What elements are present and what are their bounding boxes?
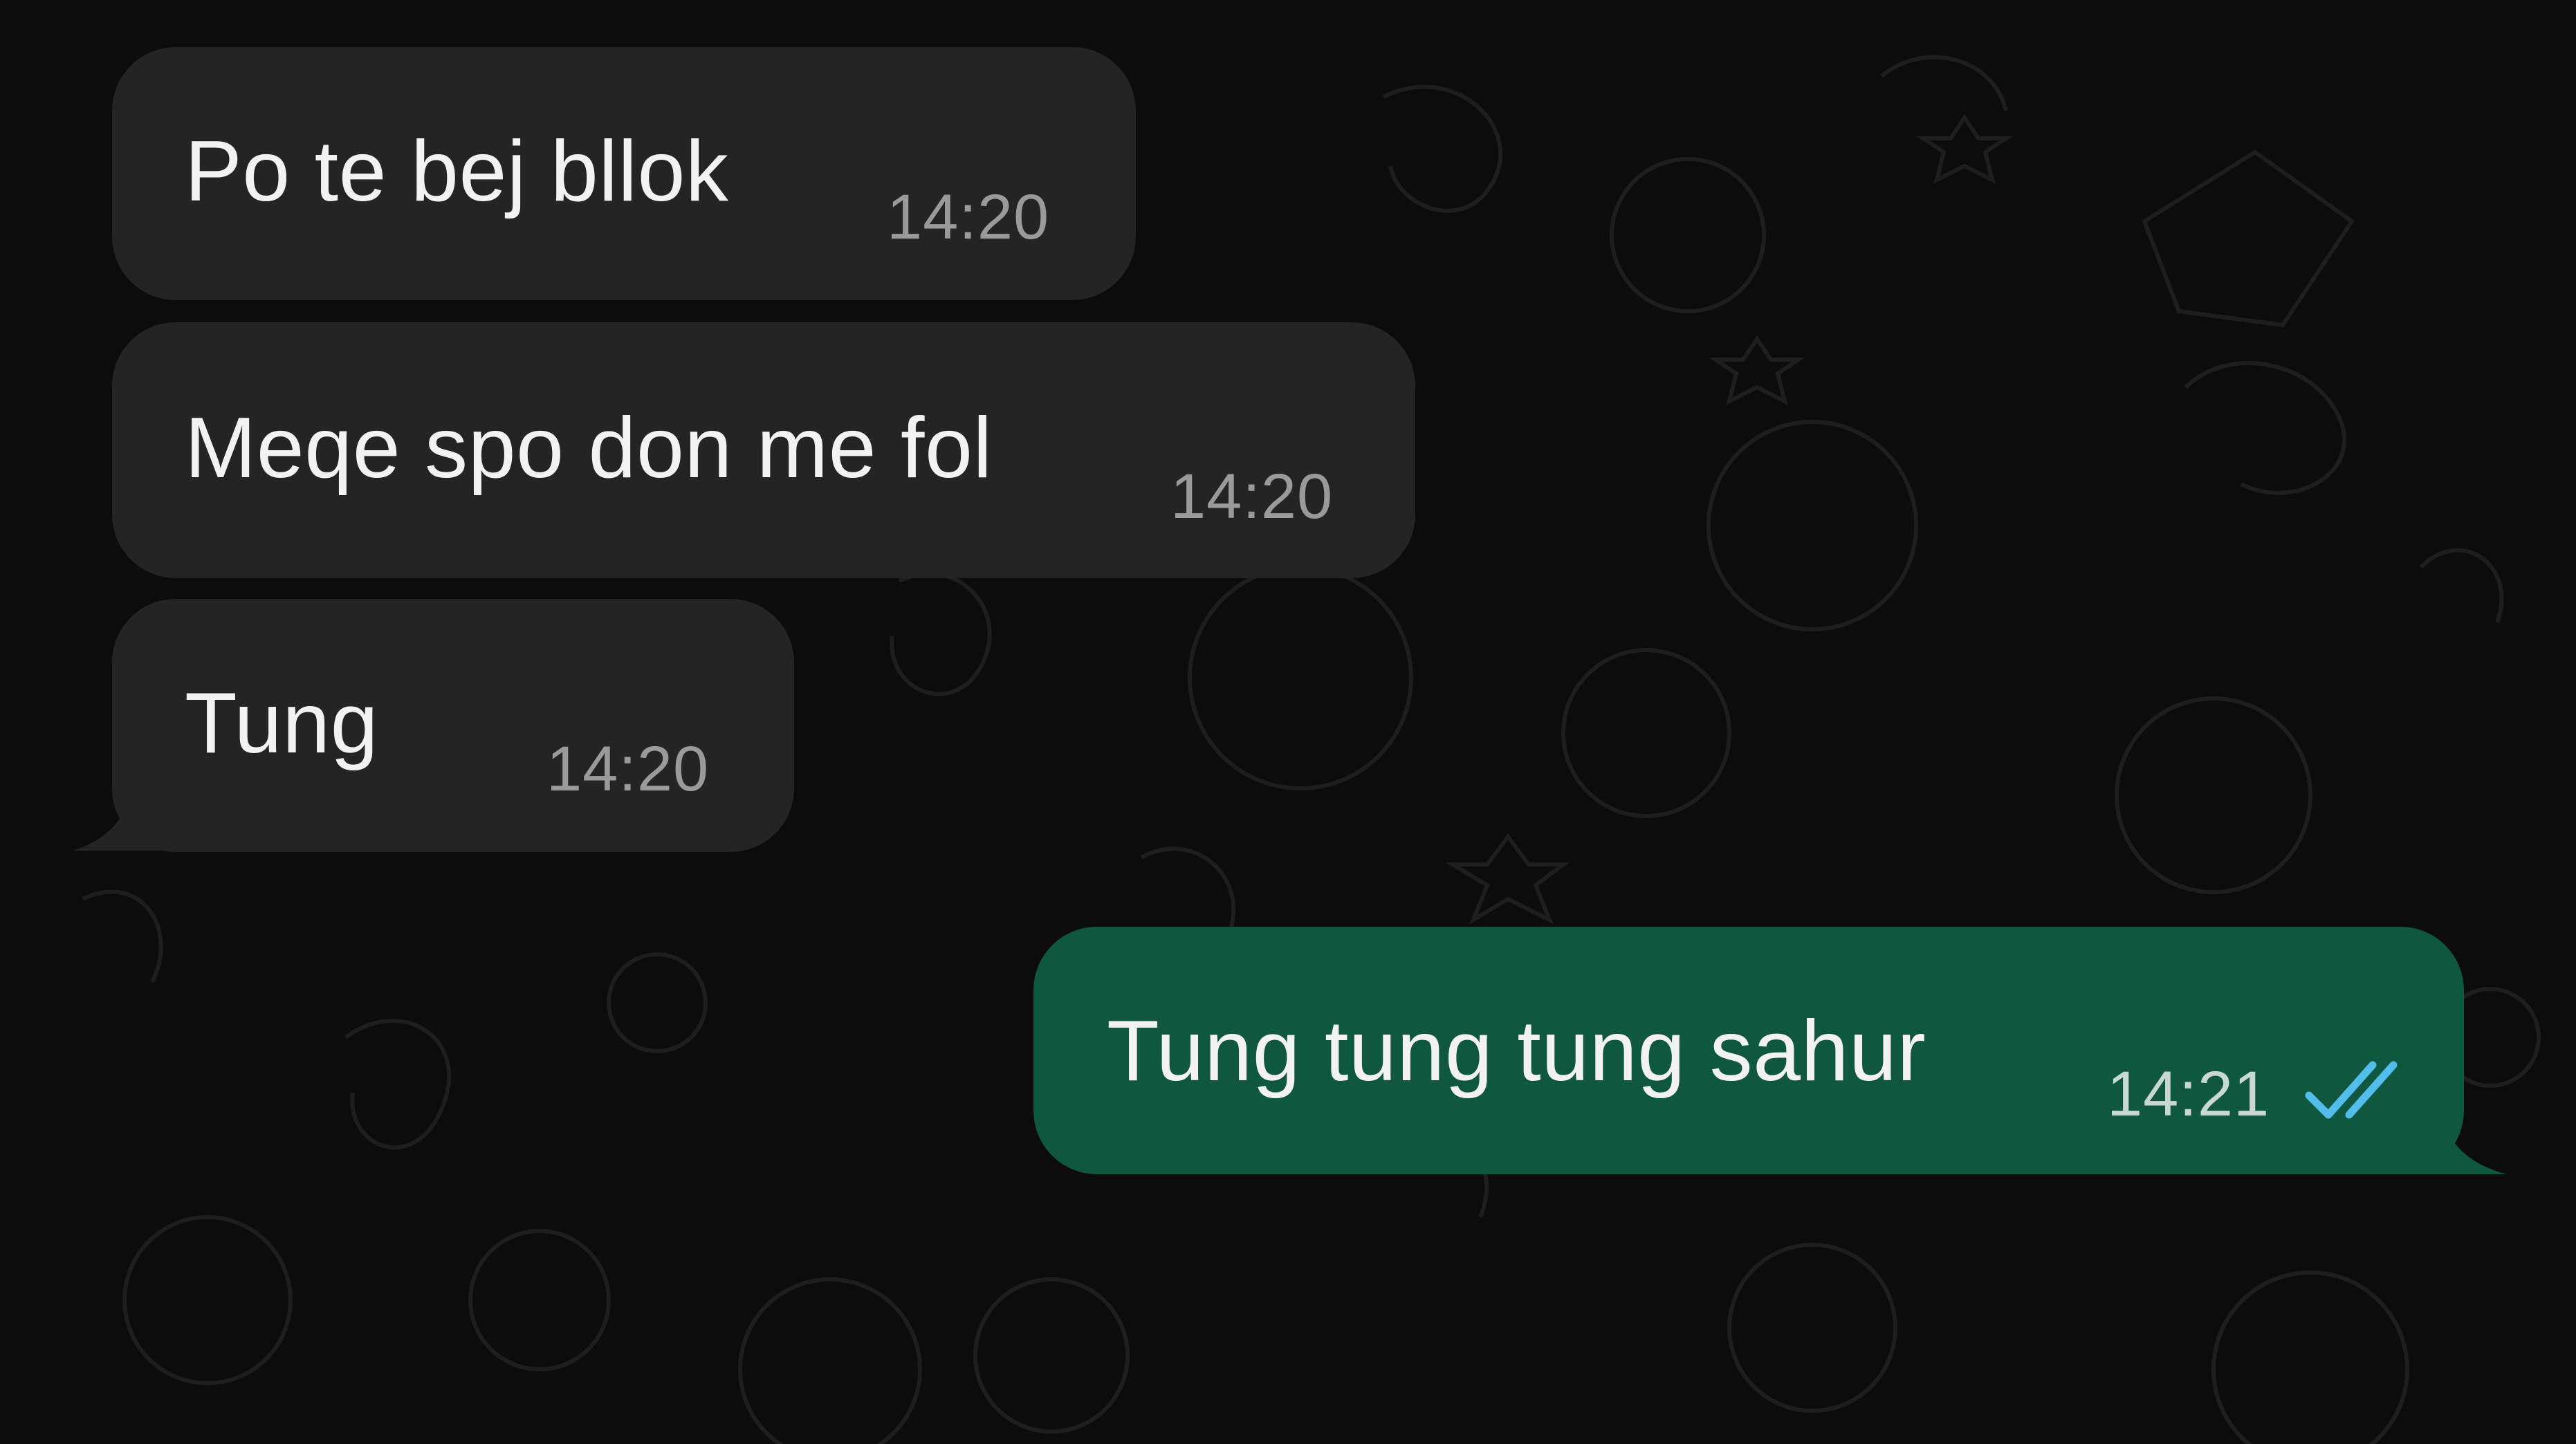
message-bubble-incoming[interactable]: Po te bej bllok 14:20	[112, 47, 1136, 300]
chat-background: Po te bej bllok 14:20 Meqe spo don me fo…	[0, 0, 2576, 1444]
message-bubble-incoming[interactable]: Tung 14:20	[112, 599, 794, 852]
message-timestamp: 14:20	[1170, 461, 1334, 532]
message-text: Tung	[185, 676, 379, 771]
message-text: Tung tung tung sahur	[1107, 1003, 1926, 1099]
message-timestamp: 14:21	[2107, 1059, 2270, 1129]
message-timestamp: 14:20	[546, 734, 710, 804]
message-text: Po te bej bllok	[185, 124, 729, 219]
double-check-read-icon	[2305, 1061, 2398, 1119]
message-bubble-outgoing[interactable]: Tung tung tung sahur 14:21	[1033, 927, 2464, 1174]
message-text: Meqe spo don me fol	[185, 400, 993, 496]
message-timestamp: 14:20	[887, 182, 1050, 252]
message-bubble-incoming[interactable]: Meqe spo don me fol 14:20	[112, 322, 1415, 578]
